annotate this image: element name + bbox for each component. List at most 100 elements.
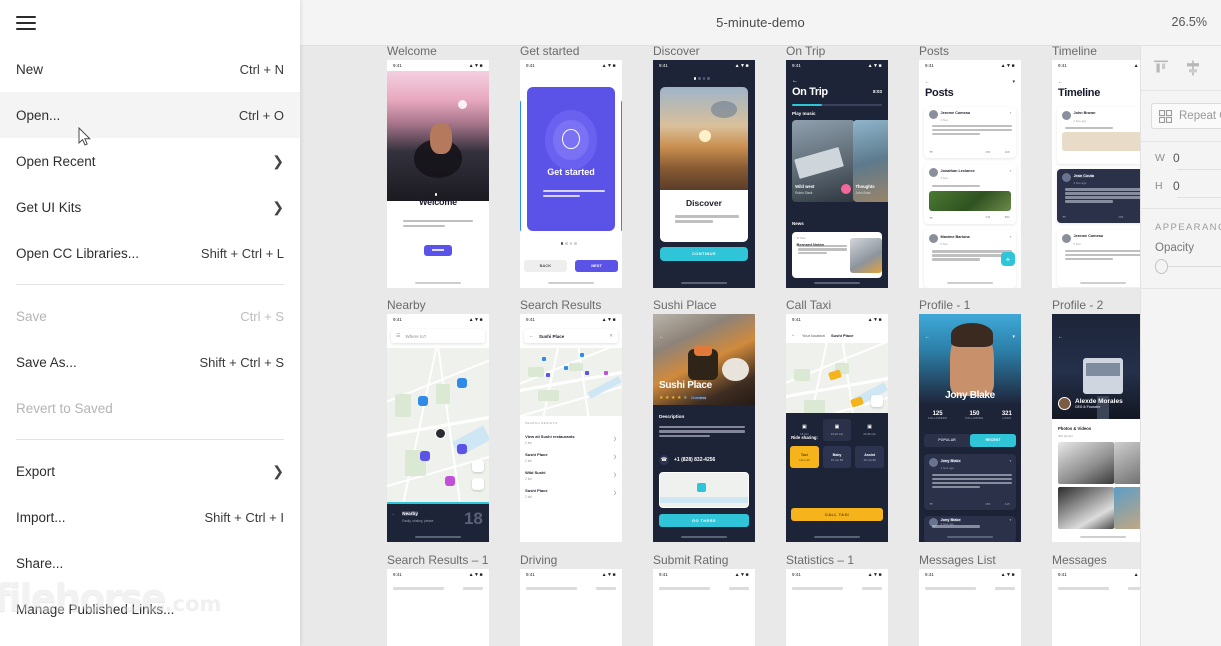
layers-icon[interactable] <box>472 459 484 472</box>
list-item[interactable]: Sushi Place 2 km ❯ <box>520 450 622 468</box>
map-pin[interactable] <box>457 377 468 388</box>
transport-option[interactable]: ▣ 15-20 min <box>822 419 852 442</box>
tab-recent[interactable]: RECENT <box>970 433 1016 447</box>
map-pin[interactable] <box>445 475 456 486</box>
artboard-frame[interactable]: 9:41▲▼■ <box>520 569 622 646</box>
post-image[interactable] <box>928 190 1012 211</box>
menu-item-get-ui-kits[interactable]: Get UI Kits ❯ <box>0 184 300 230</box>
filter-icon[interactable]: ▾ <box>1012 334 1015 340</box>
gallery-photo[interactable] <box>1058 441 1115 484</box>
search-bar[interactable]: ☰ Where to? <box>391 329 485 343</box>
align-top-icon[interactable] <box>1151 58 1171 78</box>
share-icon[interactable]: ⇚ <box>930 149 933 154</box>
post-card[interactable]: Jonathan Leclance 3 Nov ▾ ⇚ 345 882 <box>924 163 1016 225</box>
artboard-label[interactable]: Call Taxi <box>786 298 831 312</box>
map-pin[interactable] <box>585 371 590 375</box>
post-menu-icon[interactable]: ▾ <box>1010 459 1012 463</box>
artboard[interactable]: Submit Rating 9:41 ▲▼■ <box>653 553 755 646</box>
artboard-frame[interactable]: 9:41▲▼■←Sushi Place★★★★★24 reviewsDescri… <box>653 314 755 542</box>
artboard[interactable]: Statistics – 1 9:41 ▲▼■ <box>786 553 888 646</box>
zoom-level[interactable]: 26.5% <box>1172 15 1207 29</box>
gallery-photo[interactable] <box>1058 487 1115 530</box>
back-arrow-icon[interactable]: ← <box>925 79 930 85</box>
post-menu-icon[interactable]: ▾ <box>1010 235 1012 239</box>
post-card[interactable]: Jerome Comeau5 Nov▾ <box>1057 229 1140 287</box>
play-icon[interactable] <box>841 183 852 194</box>
gallery-photo[interactable] <box>1114 441 1140 484</box>
back-arrow-icon[interactable]: ← <box>925 334 930 340</box>
locate-icon[interactable] <box>871 394 883 407</box>
map-pin[interactable] <box>457 443 468 454</box>
artboard-frame[interactable]: 9:41 ▲▼■ Discover CONTINUE <box>653 60 755 288</box>
transport-option[interactable]: ▣ 20-30 min <box>855 419 884 441</box>
artboard-label[interactable]: Welcome <box>387 46 437 58</box>
align-center-horizontal-icon[interactable] <box>1183 58 1203 78</box>
post-card[interactable]: Jerome Comeau 2 Nov ▾ ⇚ 256 408 <box>924 106 1016 159</box>
artboard-label[interactable]: Sushi Place <box>653 298 716 312</box>
post-menu-icon[interactable]: ▾ <box>1010 111 1012 115</box>
ride-option[interactable]: Baby 15 min $5 <box>822 446 852 469</box>
artboard-frame[interactable]: 9:41▲▼■←▾Jony Blake125FOLLOWERS150FOLLOW… <box>919 314 1021 542</box>
ride-option[interactable]: Assist 15 min $5 <box>855 446 884 469</box>
map-pin[interactable] <box>545 373 550 378</box>
artboard-label[interactable]: Posts <box>919 46 949 58</box>
back-arrow-icon[interactable]: ← <box>659 334 664 340</box>
phone-row[interactable]: ☎ +1 (828) 832-4256 <box>659 455 715 466</box>
opacity-slider[interactable] <box>1141 259 1221 288</box>
artboard-label[interactable]: On Trip <box>786 46 825 58</box>
back-arrow-icon[interactable]: ← <box>1058 79 1063 85</box>
news-card[interactable]: 37 NovBernard Nolan <box>792 232 882 278</box>
back-arrow-icon[interactable]: ← <box>791 332 796 338</box>
post-card[interactable]: Jony Blake 2 hour ago ▾ <box>924 515 1016 542</box>
artboard[interactable]: Search Results 9:41 ▲▼■ ← Sushi Place ✕ SEARCH… <box>520 298 622 542</box>
artboard-frame[interactable]: 9:41 ▲▼■ Welcome <box>387 60 489 288</box>
map-view[interactable] <box>520 348 622 417</box>
close-icon[interactable]: ✕ <box>609 333 613 339</box>
profile-tabs[interactable]: POPULAR RECENT <box>924 433 1016 447</box>
artboard-label[interactable]: Statistics – 1 <box>786 553 854 567</box>
artboard[interactable]: Messages 9:41▲▼■ <box>1052 553 1140 646</box>
menu-item-manage-published-links[interactable]: Manage Published Links... <box>0 586 300 632</box>
call-taxi-button[interactable]: CALL TAXI <box>791 508 883 522</box>
artboard-label[interactable]: Get started <box>520 46 579 58</box>
music-card-1[interactable]: Wild west Robin Stark <box>792 120 856 203</box>
go-there-button[interactable]: GO THERE <box>659 513 749 527</box>
artboard-frame[interactable]: 9:41 ▲▼■ ← ▾ Posts Jerome Comeau 2 Nov ▾ ⇚ 256 408… <box>919 60 1021 288</box>
artboard-frame[interactable]: 9:41▲▼■←TimelineJohn Brown2 Nov ago▾Jean… <box>1052 60 1140 288</box>
artboard-frame[interactable]: 9:41▲▼■ <box>786 569 888 646</box>
menu-item-open-recent[interactable]: Open Recent ❯ <box>0 138 300 184</box>
artboard-frame[interactable]: 9:41 ▲▼■ ☰ Where to? ^ Nearby Easily, shakey, … <box>387 314 489 542</box>
share-icon[interactable]: ⇚ <box>930 501 933 506</box>
menu-item-open[interactable]: Open... Ctrl + O <box>0 92 300 138</box>
gallery-photo[interactable] <box>1114 487 1140 530</box>
width-row[interactable]: W 0 <box>1141 142 1221 169</box>
add-icon[interactable]: + <box>1001 252 1015 266</box>
map-preview[interactable] <box>659 472 749 508</box>
artboard-frame[interactable]: 9:41 ▲▼■ ← Sushi Place ✕ SEARCH RESULTS View a… <box>520 314 622 542</box>
post-card[interactable]: Jony Blake 1 hour ago ▾ ⇚ 256 415 <box>924 454 1016 511</box>
next-button[interactable] <box>423 244 453 256</box>
artboard-label[interactable]: Search Results – 1 <box>387 553 488 567</box>
search-bar[interactable]: ← Sushi Place ✕ <box>524 329 618 343</box>
artboard[interactable]: Nearby 9:41 ▲▼■ ☰ Where to? ^ Nearby Easily, sh… <box>387 298 489 542</box>
artboard[interactable]: Driving 9:41 ▲▼■ <box>520 553 622 646</box>
opacity-slider-knob[interactable] <box>1155 259 1169 274</box>
artboard-frame[interactable]: 9:41▲▼■ <box>919 569 1021 646</box>
post-menu-icon[interactable]: ▾ <box>1010 518 1012 522</box>
file-menu-panel[interactable]: New Ctrl + N Open... Ctrl + O Open Recent ❯ Ge… <box>0 0 300 646</box>
menu-item-export[interactable]: Export ❯ <box>0 448 300 494</box>
menu-icon[interactable]: ☰ <box>396 333 400 339</box>
share-icon[interactable]: ⇚ <box>1063 214 1066 219</box>
artboard-frame[interactable]: 9:41▲▼■ <box>653 569 755 646</box>
height-value[interactable]: 0 <box>1173 179 1180 193</box>
width-value[interactable]: 0 <box>1173 151 1180 165</box>
list-item[interactable]: View all Sushi restaurants 2 km ❯ <box>520 432 622 450</box>
share-icon[interactable]: ⇚ <box>930 215 933 220</box>
artboard-frame[interactable]: 9:41▲▼■ <box>1052 569 1140 646</box>
design-canvas[interactable]: Sign up9:41▲▼■SIGN UPSIGN UPWelcome9:41▲… <box>300 46 1140 646</box>
artboard-frame[interactable]: 9:41 ▲▼■ ← On Trip 8:03 Play music Wild west Ro… <box>786 60 888 288</box>
artboard[interactable]: Sushi Place 9:41▲▼■←Sushi Place★★★★★24 re… <box>653 298 755 542</box>
artboard[interactable]: Profile - 29:41▲▼■←Alexde MoralesCEO & F… <box>1052 298 1140 542</box>
tab-popular[interactable]: POPULAR <box>924 434 970 447</box>
artboard[interactable]: Discover 9:41 ▲▼■ Discover CONTINUE <box>653 46 755 288</box>
